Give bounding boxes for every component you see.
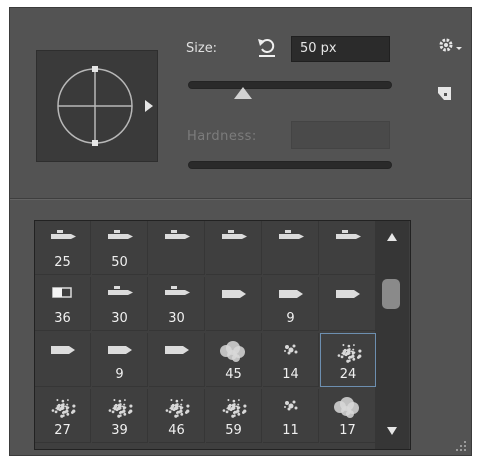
brush-preset-cell[interactable]: 17 bbox=[320, 389, 376, 443]
brush-preset-cell[interactable]: 46 bbox=[149, 389, 205, 443]
brush-size-label: 36 bbox=[54, 311, 71, 326]
brush-size-label: 9 bbox=[286, 311, 295, 326]
brush-preset-cell[interactable]: 24 bbox=[320, 333, 376, 387]
brush-size-label: 25 bbox=[54, 255, 71, 270]
brush-preset-cell[interactable] bbox=[320, 221, 376, 275]
size-field[interactable]: 50 px bbox=[291, 36, 390, 62]
brush-tip-icon bbox=[284, 400, 298, 411]
resize-grip-icon[interactable] bbox=[455, 440, 467, 452]
brush-tip-icon bbox=[337, 344, 362, 363]
brush-preset-cell[interactable]: 50 bbox=[92, 221, 148, 275]
size-label: Size: bbox=[186, 41, 218, 56]
brush-size-label: 27 bbox=[54, 423, 71, 438]
brush-preset-cell[interactable] bbox=[206, 221, 262, 275]
brush-tip-icon bbox=[279, 290, 303, 298]
brush-tip-icon bbox=[336, 230, 361, 239]
brush-tip-icon bbox=[220, 341, 245, 362]
brush-preset-cell[interactable]: 30 bbox=[149, 277, 205, 331]
brush-size-label: 39 bbox=[111, 423, 128, 438]
brush-preset-cell[interactable]: 45 bbox=[206, 333, 262, 387]
scroll-down-icon[interactable] bbox=[387, 427, 397, 435]
brush-preset-cell[interactable]: 36 bbox=[35, 277, 91, 331]
brush-preset-picker-panel: Size: 50 px Hardness: 25 50 36 30 30 9 9… bbox=[9, 7, 472, 456]
brush-size-label: 59 bbox=[225, 423, 242, 438]
brush-size-label: 46 bbox=[168, 423, 185, 438]
brush-tip-icon bbox=[165, 399, 190, 418]
brush-size-label: 30 bbox=[168, 311, 185, 326]
brush-preset-cell[interactable]: 9 bbox=[92, 333, 148, 387]
brush-tip-icon bbox=[108, 286, 133, 295]
reset-size-icon[interactable] bbox=[256, 35, 278, 59]
brush-size-label: 45 bbox=[225, 367, 242, 382]
brush-preset-cell[interactable] bbox=[263, 221, 319, 275]
gear-menu-icon[interactable] bbox=[437, 36, 463, 56]
brush-tip-icon bbox=[51, 399, 76, 418]
brush-size-label: 9 bbox=[115, 367, 124, 382]
size-slider-thumb[interactable] bbox=[233, 87, 252, 99]
brush-settings-area: Size: 50 px Hardness: bbox=[10, 8, 471, 198]
preset-scrollbar[interactable] bbox=[375, 221, 409, 449]
brush-tip-icon bbox=[51, 346, 75, 354]
hardness-label: Hardness: bbox=[187, 129, 257, 144]
brush-tip-icon bbox=[222, 399, 247, 418]
hardness-slider-track bbox=[188, 161, 392, 169]
brush-tip-icon bbox=[108, 346, 132, 354]
brush-preset-cell[interactable]: 39 bbox=[92, 389, 148, 443]
brush-preset-cell[interactable] bbox=[149, 333, 205, 387]
brush-tip-icon bbox=[52, 287, 72, 298]
brush-roundness-icon bbox=[57, 66, 153, 146]
brush-preset-cell[interactable] bbox=[35, 333, 91, 387]
brush-tip-icon bbox=[165, 346, 189, 354]
brush-size-label: 11 bbox=[282, 423, 299, 438]
brush-tip-icon bbox=[279, 230, 304, 239]
brush-preset-cell[interactable]: 27 bbox=[35, 389, 91, 443]
brush-tip-icon bbox=[108, 399, 133, 418]
brush-size-label: 30 bbox=[111, 311, 128, 326]
brush-preset-cell[interactable] bbox=[149, 221, 205, 275]
brush-tip-icon bbox=[284, 344, 298, 355]
brush-tip-icon bbox=[222, 230, 247, 239]
brush-size-label: 24 bbox=[339, 367, 357, 382]
brush-size-label: 17 bbox=[339, 423, 356, 438]
size-slider-track[interactable] bbox=[188, 81, 392, 89]
brush-preset-cell[interactable] bbox=[320, 277, 376, 331]
brush-tip-icon bbox=[108, 230, 133, 239]
brush-preset-grid: 25 50 36 30 30 9 9 45 14 24 27 39 46 59 11 17 bbox=[34, 220, 411, 450]
scroll-thumb[interactable] bbox=[382, 279, 400, 309]
hardness-field bbox=[291, 121, 390, 149]
brush-preset-cell[interactable]: 59 bbox=[206, 389, 262, 443]
brush-tip-icon bbox=[165, 286, 190, 295]
brush-tip-icon bbox=[222, 290, 246, 298]
brush-angle-preview[interactable] bbox=[36, 50, 158, 162]
brush-preset-cell[interactable]: 11 bbox=[263, 389, 319, 443]
scroll-up-icon[interactable] bbox=[387, 233, 397, 241]
brush-preset-cell[interactable]: 30 bbox=[92, 277, 148, 331]
brush-tip-icon bbox=[165, 230, 190, 239]
brush-tip-icon bbox=[336, 290, 360, 298]
brush-size-label: 50 bbox=[111, 255, 128, 270]
brush-preset-cell[interactable] bbox=[206, 277, 262, 331]
brush-tip-icon bbox=[334, 397, 359, 418]
brush-preset-cell[interactable]: 9 bbox=[263, 277, 319, 331]
brush-tip-icon bbox=[51, 230, 76, 239]
divider-highlight bbox=[10, 199, 471, 200]
brush-preset-cell[interactable]: 25 bbox=[35, 221, 91, 275]
new-preset-icon[interactable] bbox=[438, 87, 454, 103]
brush-preset-cell[interactable]: 14 bbox=[263, 333, 319, 387]
brush-size-label: 14 bbox=[282, 367, 299, 382]
